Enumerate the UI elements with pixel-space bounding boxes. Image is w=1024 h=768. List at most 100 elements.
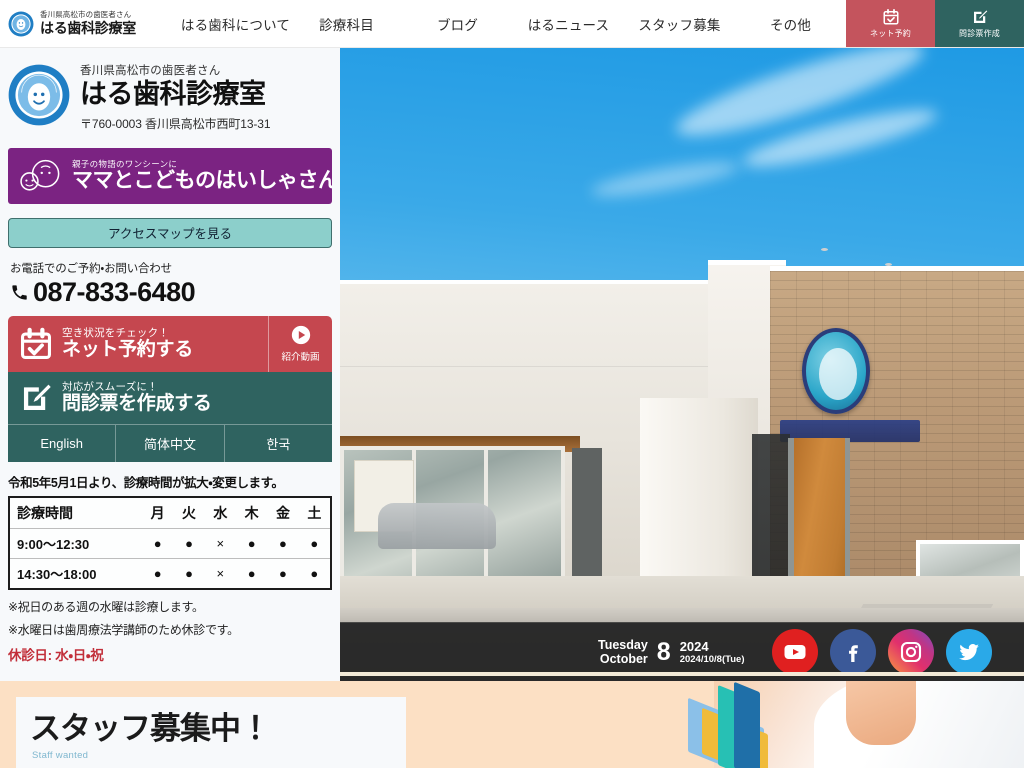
intro-video-button[interactable]: 紹介動画 bbox=[268, 315, 332, 372]
sidebar-address: 〒760-0003 香川県高松市西町13-31 bbox=[80, 116, 271, 131]
header-brand[interactable]: 香川県高松市の歯医者さん はる歯科診療室 bbox=[0, 0, 180, 47]
youtube-link[interactable] bbox=[772, 629, 819, 675]
facebook-icon bbox=[849, 645, 859, 662]
sidebar-online-reservation-button[interactable]: 空き状況をチェック！ ネット予約する 紹介動画 bbox=[8, 315, 332, 372]
hero-day: 8 bbox=[656, 637, 671, 666]
telephone-number[interactable]: 087-833-6480 bbox=[33, 277, 196, 308]
hero-date-display: Tuesday October 8 2024 2024/10/8(Tue) bbox=[598, 638, 744, 667]
staff-recruit-section: スタッフ募集中！ Staff wanted bbox=[0, 681, 1024, 768]
hours-afternoon-fri: ● bbox=[267, 557, 299, 588]
instagram-icon bbox=[901, 641, 922, 663]
instagram-link[interactable] bbox=[888, 629, 935, 675]
hours-note-2: ※水曜日は歯周療法学講師のため休診です。 bbox=[8, 622, 239, 637]
business-hours-table: 診療時間 月 火 水 木 金 土 9:00〜12:30 ● ● × ● ● ● … bbox=[8, 495, 332, 590]
colored-folders bbox=[688, 681, 808, 768]
pencil-square-icon bbox=[973, 10, 987, 23]
sidebar: 香川県高松市の歯医者さん はる歯科診療室 〒760-0003 香川県高松市西町1… bbox=[0, 48, 340, 681]
language-korean[interactable]: 한국 bbox=[223, 423, 332, 462]
hours-afternoon-tue: ● bbox=[173, 557, 205, 588]
pencil-square-icon bbox=[23, 384, 51, 410]
telephone-block: お電話でのご予約・お問い合わせ 087-833-6480 bbox=[0, 248, 340, 316]
hero-month: October bbox=[599, 652, 648, 666]
hours-day-tue: 火 bbox=[181, 504, 196, 521]
hours-header-label: 診療時間 bbox=[17, 504, 73, 521]
hours-morning-mon: ● bbox=[142, 527, 174, 559]
medical-form-subtitle: 対応がスムーズに！ bbox=[62, 380, 158, 393]
medical-form-title: 問診票を作成する bbox=[62, 392, 212, 414]
hours-morning-thu: ● bbox=[235, 527, 268, 559]
hours-morning-tue: ● bbox=[173, 527, 205, 559]
header-brand-sub: 香川県高松市の歯医者さん bbox=[40, 10, 132, 20]
hours-day-mon: 月 bbox=[150, 504, 165, 521]
language-switcher: English 简体中文 한국 bbox=[8, 423, 332, 462]
mama-kodomo-mark-icon bbox=[20, 159, 60, 191]
haru-dental-office-seal-icon bbox=[8, 64, 70, 126]
access-map-button[interactable]: アクセスマップを見る bbox=[8, 217, 332, 248]
hours-day-thu: 木 bbox=[244, 504, 259, 521]
hero-full-date: 2024/10/8(Tue) bbox=[679, 654, 745, 666]
hours-day-sat: 土 bbox=[307, 504, 322, 521]
clinic-sign-emblem bbox=[802, 328, 870, 414]
facebook-link[interactable] bbox=[830, 629, 877, 675]
nav-item-recruit[interactable]: スタッフ募集 bbox=[624, 14, 735, 34]
banner-title: ママとこどものはいしゃさん bbox=[72, 168, 332, 192]
hours-morning-time: 9:00〜12:30 bbox=[10, 527, 142, 559]
hours-afternoon-thu: ● bbox=[235, 557, 268, 588]
social-links bbox=[772, 629, 993, 675]
nav-item-news[interactable]: はるニュース bbox=[513, 14, 624, 34]
youtube-icon bbox=[784, 645, 806, 659]
mama-kodomo-banner[interactable]: 親子の物語のワンシーンに ママとこどものはいしゃさん bbox=[8, 147, 332, 204]
reservation-subtitle: 空き状況をチェック！ bbox=[62, 326, 169, 339]
person-neck-shape bbox=[846, 681, 916, 745]
intro-video-label: 紹介動画 bbox=[281, 352, 320, 364]
hours-afternoon-mon: ● bbox=[142, 557, 174, 588]
table-row: 9:00〜12:30 ● ● × ● ● ● bbox=[10, 527, 330, 559]
staff-recruit-title: スタッフ募集中！ bbox=[30, 711, 271, 746]
top-navigation-bar: 香川県高松市の歯医者さん はる歯科診療室 はる歯科について 診療科目 ブログ は… bbox=[0, 0, 1024, 48]
hours-header-row: 診療時間 月 火 水 木 金 土 bbox=[10, 498, 330, 529]
hours-afternoon-sat: ● bbox=[298, 557, 330, 588]
hours-afternoon-wed: × bbox=[204, 557, 236, 588]
reservation-title: ネット予約する bbox=[62, 338, 193, 360]
hero-year: 2024 bbox=[679, 638, 709, 654]
closed-days-text: 休診日: 水・日・祝 bbox=[8, 647, 104, 663]
sidebar-brand: 香川県高松市の歯医者さん はる歯科診療室 〒760-0003 香川県高松市西町1… bbox=[0, 48, 340, 142]
header-brand-name: はる歯科診療室 bbox=[40, 19, 136, 36]
staff-recruit-card[interactable]: スタッフ募集中！ Staff wanted bbox=[16, 697, 406, 768]
nav-item-departments[interactable]: 診療科目 bbox=[291, 14, 402, 34]
twitter-icon bbox=[959, 643, 980, 661]
nav-item-other[interactable]: その他 bbox=[735, 14, 846, 34]
sidebar-brand-name: はる歯科診療室 bbox=[80, 79, 266, 109]
hours-day-wed: 水 bbox=[213, 504, 228, 521]
twitter-link[interactable] bbox=[946, 629, 993, 675]
hours-afternoon-time: 14:30〜18:00 bbox=[10, 557, 142, 588]
hours-note-1: ※祝日のある週の水曜は診療します。 bbox=[8, 599, 204, 614]
bird-shape bbox=[821, 248, 828, 251]
calendar-check-icon bbox=[20, 327, 52, 359]
phone-icon bbox=[12, 285, 27, 300]
table-row: 14:30〜18:00 ● ● × ● ● ● bbox=[10, 557, 330, 588]
hours-morning-sat: ● bbox=[298, 527, 330, 559]
header-medical-form-button[interactable]: 問診票作成 bbox=[935, 0, 1024, 47]
page-root: 香川県高松市の歯医者さん はる歯科診療室 はる歯科について 診療科目 ブログ は… bbox=[0, 0, 1024, 768]
hours-day-fri: 金 bbox=[275, 504, 290, 521]
sidebar-medical-form-button[interactable]: 対応がスムーズに！ 問診票を作成する bbox=[8, 371, 332, 424]
language-chinese[interactable]: 简体中文 bbox=[115, 423, 224, 462]
hours-morning-fri: ● bbox=[267, 527, 299, 559]
section-seam bbox=[340, 672, 1024, 676]
language-english[interactable]: English bbox=[8, 423, 116, 462]
reflected-car bbox=[378, 503, 496, 549]
sidebar-brand-sub: 香川県高松市の歯医者さん bbox=[80, 65, 221, 77]
nav-links: はる歯科について 診療科目 ブログ はるニュース スタッフ募集 その他 bbox=[180, 0, 846, 47]
hero-weekday: Tuesday bbox=[598, 637, 648, 652]
header-online-reservation-button[interactable]: ネット予約 bbox=[846, 0, 935, 47]
nav-item-blog[interactable]: ブログ bbox=[402, 14, 513, 34]
hours-change-notice: 令和5年5月1日より、診療時間が拡大・変更します。 bbox=[8, 475, 284, 490]
wall-panel bbox=[572, 448, 602, 576]
header-reservation-label: ネット予約 bbox=[870, 29, 911, 38]
banner-subtitle: 親子の物語のワンシーンに bbox=[72, 158, 178, 169]
hours-morning-wed: × bbox=[204, 527, 236, 559]
play-circle-icon bbox=[291, 326, 310, 345]
nav-item-about[interactable]: はる歯科について bbox=[180, 14, 291, 34]
haru-dental-office-seal-icon bbox=[8, 11, 34, 36]
